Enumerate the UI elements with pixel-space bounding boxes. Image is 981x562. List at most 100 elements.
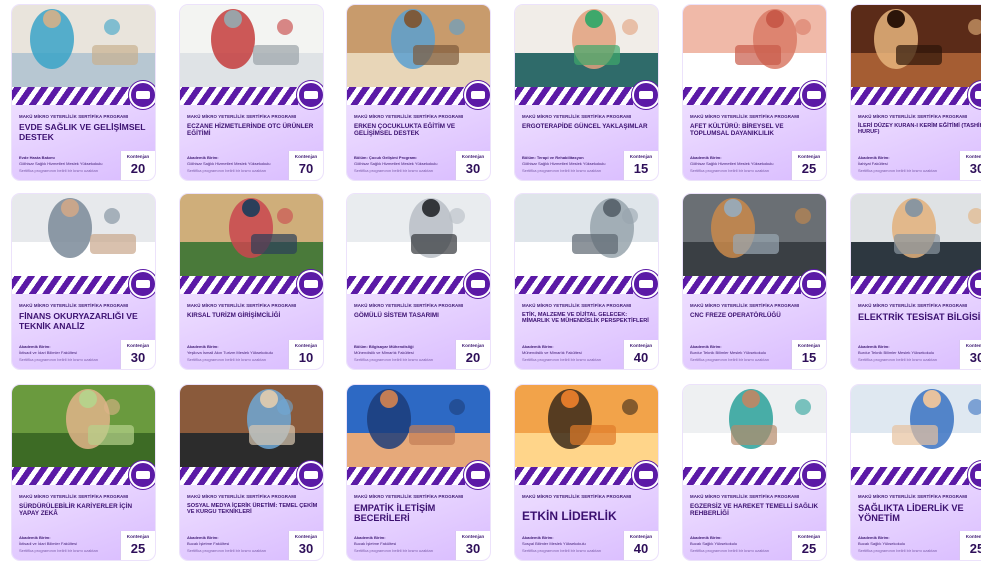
course-card[interactable]: MAKÜ MİKRO YETERLİLİK SERTİFİKA PROGRAMI… (12, 385, 155, 560)
meta-line-2: İktisadi ve İdari Bilimler Fakültesi (19, 540, 78, 546)
quota-label: Kontenjan (126, 154, 150, 159)
quota-value: 15 (633, 161, 649, 176)
book-photo (851, 5, 981, 87)
course-card[interactable]: MAKÜ MİKRO YETERLİLİK SERTİFİKA PROGRAMI… (180, 194, 323, 369)
meta-line-2: Yeşilova İsmail Akın Turizm Meslek Yükse… (187, 349, 273, 355)
quota-box: Kontenjan 20 (455, 340, 490, 369)
quota-label: Kontenjan (461, 534, 485, 539)
quota-label: Kontenjan (965, 534, 981, 539)
course-title: KIRSAL TURİZM GİRİŞİMCİLİĞİ (187, 312, 281, 319)
course-card[interactable]: MAKÜ MİKRO YETERLİLİK SERTİFİKA PROGRAMI… (851, 5, 981, 180)
course-card[interactable]: MAKÜ MİKRO YETERLİLİK SERTİFİKA PROGRAMI… (347, 5, 490, 180)
program-eyebrow: MAKÜ MİKRO YETERLİLİK SERTİFİKA PROGRAMI (354, 494, 464, 499)
quota-value: 25 (801, 161, 817, 176)
course-card[interactable]: MAKÜ MİKRO YETERLİLİK SERTİFİKA PROGRAMI… (683, 385, 826, 560)
course-title: SOSYAL MEDYA İÇERİK ÜRETİMİ: TEMEL ÇEKİM… (187, 503, 318, 516)
quota-box: Kontenjan 25 (791, 151, 826, 180)
meta-line-2: Gölhisar Sağlık Hizmetleri Meslek Yüksek… (354, 160, 438, 166)
course-card[interactable]: MAKÜ MİKRO YETERLİLİK SERTİFİKA PROGRAMI… (180, 5, 323, 180)
quota-box: Kontenjan 30 (959, 151, 981, 180)
quota-value: 20 (130, 161, 146, 176)
quota-box: Kontenjan 25 (120, 531, 155, 560)
quota-label: Kontenjan (294, 154, 318, 159)
meta-note: Sertifika programının belirli bir kısmı … (522, 357, 601, 363)
meta-note: Sertifika programının belirli bir kısmı … (858, 357, 937, 363)
cnc-operator-photo (683, 194, 826, 276)
purple-stripe-band (683, 276, 801, 294)
program-eyebrow: MAKÜ MİKRO YETERLİLİK SERTİFİKA PROGRAMI (187, 494, 297, 499)
program-eyebrow: MAKÜ MİKRO YETERLİLİK SERTİFİKA PROGRAMI (690, 114, 800, 119)
course-card[interactable]: MAKÜ MİKRO YETERLİLİK SERTİFİKA PROGRAMI… (851, 194, 981, 369)
quota-box: Kontenjan 40 (623, 531, 658, 560)
program-eyebrow: MAKÜ MİKRO YETERLİLİK SERTİFİKA PROGRAMI (187, 114, 297, 119)
program-eyebrow: MAKÜ MİKRO YETERLİLİK SERTİFİKA PROGRAMI (19, 114, 129, 119)
holding-hands-photo (347, 385, 490, 467)
purple-stripe-band (12, 87, 130, 105)
meta-line-2: Burdur Teknik Bilimler Meslek Yüksekokul… (858, 349, 935, 355)
quota-label: Kontenjan (126, 343, 150, 348)
certificate-seal-icon (464, 81, 490, 109)
meta-note: Sertifika programının belirli bir kısmı … (858, 548, 937, 554)
quota-box: Kontenjan 15 (623, 151, 658, 180)
meta-note: Sertifika programının belirli bir kısmı … (354, 548, 433, 554)
program-eyebrow: MAKÜ MİKRO YETERLİLİK SERTİFİKA PROGRAMI (187, 303, 297, 308)
purple-stripe-band (515, 467, 633, 485)
course-title: ELEKTRİK TESİSAT BİLGİSİ (858, 312, 981, 322)
course-meta: Akademik Birim: İktisadi ve İdari Biliml… (19, 344, 119, 363)
quota-value: 25 (969, 541, 981, 556)
course-card[interactable]: MAKÜ MİKRO YETERLİLİK SERTİFİKA PROGRAMI… (12, 194, 155, 369)
tourists-photo (180, 194, 323, 276)
course-card[interactable]: MAKÜ MİKRO YETERLİLİK SERTİFİKA PROGRAMI… (515, 194, 658, 369)
meta-note: Sertifika programının belirli bir kısmı … (354, 357, 433, 363)
purple-stripe-band (12, 276, 130, 294)
certificate-seal-icon (129, 461, 155, 489)
course-meta: Evde Hasta Bakımı Gölhisar Sağlık Hizmet… (19, 155, 119, 174)
course-card[interactable]: MAKÜ MİKRO YETERLİLİK SERTİFİKA PROGRAMI… (180, 385, 323, 560)
meta-note: Sertifika programının belirli bir kısmı … (690, 357, 769, 363)
purple-stripe-band (12, 467, 130, 485)
course-meta: Akademik Birim: Bucak Sağlık Yüksekokulu… (858, 535, 958, 554)
quota-label: Kontenjan (629, 534, 653, 539)
meta-line-2: İlahiyat Fakültesi (858, 160, 888, 166)
quota-label: Kontenjan (294, 534, 318, 539)
course-title: ETİK, MALZEME VE DİJİTAL GELECEK: MİMARL… (522, 312, 649, 325)
quota-value: 30 (969, 350, 981, 365)
course-meta: Bölüm: Çocuk Gelişimi Programı Gölhisar … (354, 155, 454, 174)
purple-stripe-band (180, 276, 298, 294)
meta-line-2: Bucak Sağlık Yüksekokulu (690, 540, 738, 546)
quota-label: Kontenjan (629, 343, 653, 348)
quota-label: Kontenjan (629, 154, 653, 159)
course-title: EMPATİK İLETİŞİM BECERİLERİ (354, 503, 436, 524)
purple-stripe-band (683, 467, 801, 485)
course-card[interactable]: MAKÜ MİKRO YETERLİLİK SERTİFİKA PROGRAMI… (515, 5, 658, 180)
quota-value: 10 (298, 350, 314, 365)
quota-value: 25 (130, 541, 146, 556)
course-card[interactable]: MAKÜ MİKRO YETERLİLİK SERTİFİKA PROGRAMI… (851, 385, 981, 560)
meta-note: Sertifika programının belirli bir kısmı … (187, 168, 266, 174)
meta-note: Sertifika programının belirli bir kısmı … (690, 168, 769, 174)
course-meta: Akademik Birim: Sosyal Bilimler Meslek Y… (522, 535, 622, 554)
course-meta: Akademik Birim: İktisadi ve İdari Biliml… (19, 535, 119, 554)
purple-stripe-band (515, 87, 633, 105)
purple-stripe-band (180, 87, 298, 105)
course-card[interactable]: MAKÜ MİKRO YETERLİLİK SERTİFİKA PROGRAMI… (347, 194, 490, 369)
camera-photo (180, 385, 323, 467)
therapy-photo (515, 5, 658, 87)
course-card[interactable]: MAKÜ MİKRO YETERLİLİK SERTİFİKA PROGRAMI… (347, 385, 490, 560)
quota-label: Kontenjan (797, 154, 821, 159)
program-eyebrow: MAKÜ MİKRO YETERLİLİK SERTİFİKA PROGRAMI (858, 303, 968, 308)
leader-summit-photo (515, 385, 658, 467)
quota-label: Kontenjan (965, 343, 981, 348)
course-card[interactable]: MAKÜ MİKRO YETERLİLİK SERTİFİKA PROGRAMI… (12, 5, 155, 180)
certificate-seal-icon (632, 461, 658, 489)
quota-box: Kontenjan 30 (959, 340, 981, 369)
course-card[interactable]: MAKÜ MİKRO YETERLİLİK SERTİFİKA PROGRAMI… (515, 385, 658, 560)
course-card[interactable]: MAKÜ MİKRO YETERLİLİK SERTİFİKA PROGRAMI… (683, 5, 826, 180)
course-card[interactable]: MAKÜ MİKRO YETERLİLİK SERTİFİKA PROGRAMI… (683, 194, 826, 369)
meta-line-2: Bucak Sağlık Yüksekokulu (858, 540, 906, 546)
meta-line-2: Mühendislik ve Mimarlık Fakültesi (522, 349, 582, 355)
meta-note: Sertifika programının belirli bir kısmı … (187, 357, 266, 363)
course-catalog-page: { "eyebrow": "MAKÜ MİKRO YETERLİLİK SERT… (0, 0, 981, 562)
quota-label: Kontenjan (126, 534, 150, 539)
course-meta: Akademik Birim: Bucak İşletme Fakültesi … (187, 535, 287, 554)
